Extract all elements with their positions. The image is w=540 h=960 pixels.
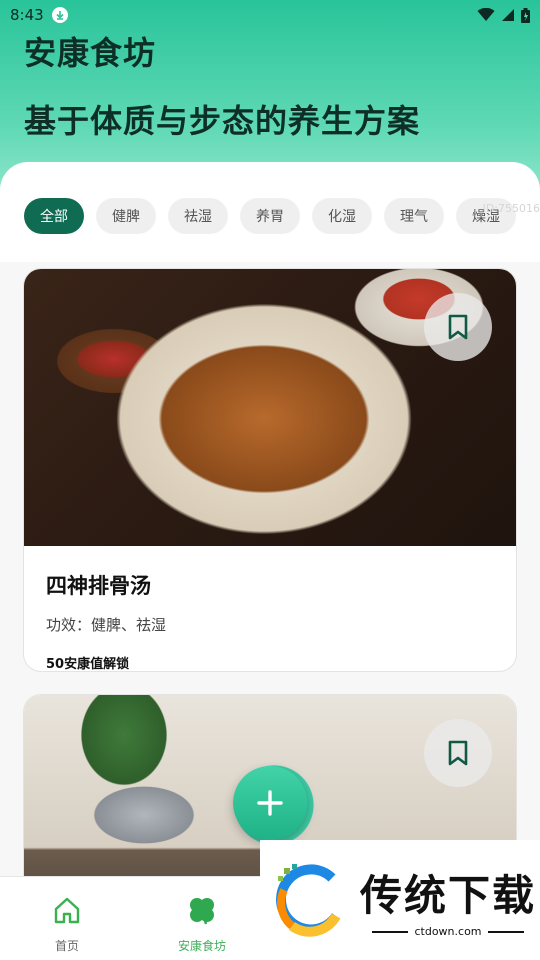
signal-icon: [502, 9, 514, 21]
recipe-effect: 功效：健脾、祛湿: [46, 616, 167, 634]
app-title: 安康食坊: [24, 34, 157, 72]
recipe-unlock-cost: 50安康值解锁: [46, 657, 130, 672]
bookmark-icon: [448, 740, 468, 766]
filter-chips: 全部 健脾 祛湿 养胃 化湿 理气 燥湿: [24, 198, 540, 234]
battery-icon: [521, 7, 530, 23]
status-time: 8:43: [10, 6, 44, 24]
chip-qi[interactable]: 理气: [384, 198, 444, 234]
bookmark-button[interactable]: [424, 719, 492, 787]
promo-url: ctdown.com: [414, 925, 482, 938]
promo-watermark: 传统下载 ctdown.com: [260, 840, 540, 960]
recipe-name: 四神排骨汤: [46, 574, 151, 598]
download-icon: [51, 7, 68, 23]
nav-label: 首页: [54, 939, 79, 953]
bookmark-icon: [448, 314, 468, 340]
nav-label: 安康食坊: [177, 939, 226, 953]
ctdown-logo-icon: [276, 864, 341, 937]
status-icons: [477, 7, 530, 23]
chip-dampness[interactable]: 祛湿: [168, 198, 228, 234]
chip-resolve-damp[interactable]: 化湿: [312, 198, 372, 234]
clover-icon: [179, 887, 225, 933]
nav-item-home[interactable]: 首页: [27, 887, 107, 954]
promo-title: 传统下载: [360, 871, 537, 920]
recipe-image: [24, 269, 516, 546]
chip-all[interactable]: 全部: [24, 198, 84, 234]
add-button[interactable]: [233, 766, 307, 840]
divider: [372, 930, 409, 933]
chip-stomach[interactable]: 养胃: [240, 198, 300, 234]
id-watermark: ID:755016: [482, 202, 540, 215]
home-icon: [44, 887, 90, 933]
recipe-card[interactable]: 四神排骨汤 功效：健脾、祛湿 50安康值解锁: [23, 268, 517, 672]
plus-icon: [257, 790, 283, 816]
status-bar: 8:43: [0, 0, 540, 30]
wifi-icon: [477, 8, 495, 21]
divider: [487, 930, 524, 933]
nav-item-food[interactable]: 安康食坊: [162, 887, 242, 954]
chip-spleen[interactable]: 健脾: [96, 198, 156, 234]
page-subtitle: 基于体质与步态的养生方案: [24, 102, 421, 140]
bookmark-button[interactable]: [424, 293, 492, 361]
